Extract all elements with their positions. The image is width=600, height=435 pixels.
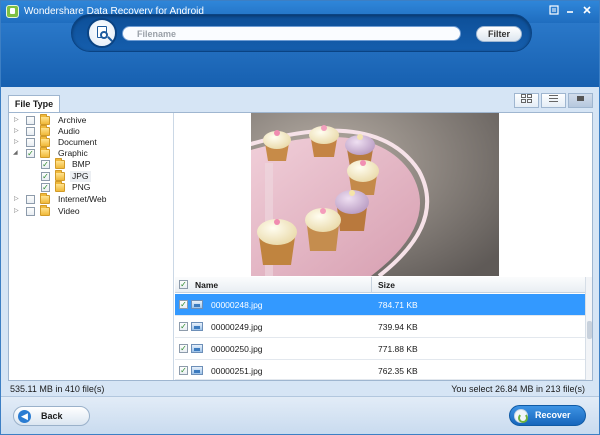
row-checkbox[interactable]: ✓ bbox=[179, 366, 188, 375]
file-name: 00000251.jpg bbox=[211, 366, 263, 376]
expand-arrow-icon[interactable]: ▷ bbox=[14, 194, 20, 205]
filter-button[interactable]: Filter bbox=[476, 26, 522, 42]
detail-view-icon[interactable] bbox=[568, 93, 593, 108]
app-window: Wondershare Data Recovery for Android Fi… bbox=[0, 0, 600, 435]
tree-item-label: Internet/Web bbox=[58, 194, 107, 204]
image-file-icon bbox=[191, 322, 203, 331]
expand-arrow-icon[interactable]: ▷ bbox=[14, 115, 20, 126]
tree-item-bmp[interactable]: ✓ BMP bbox=[9, 158, 169, 171]
row-checkbox[interactable]: ✓ bbox=[179, 344, 188, 353]
tab-strip: File Type bbox=[8, 93, 593, 113]
select-all-checkbox[interactable]: ✓ bbox=[179, 280, 188, 289]
row-checkbox[interactable]: ✓ bbox=[179, 300, 188, 309]
file-size: 771.88 KB bbox=[378, 344, 418, 354]
tree-item-label: Archive bbox=[58, 115, 87, 125]
back-arrow-icon: ◀ bbox=[18, 410, 31, 423]
table-row[interactable]: ✓ 00000248.jpg 784.71 KB bbox=[175, 294, 585, 316]
folder-icon bbox=[40, 114, 50, 125]
image-file-icon bbox=[191, 300, 203, 309]
checkbox[interactable] bbox=[26, 207, 35, 216]
tree-item-label: Video bbox=[58, 206, 80, 216]
tree-item-label: Document bbox=[58, 137, 97, 147]
tree-item-png[interactable]: ✓ PNG bbox=[9, 181, 169, 194]
checkbox[interactable]: ✓ bbox=[41, 172, 50, 181]
table-header: ✓ Name Size bbox=[175, 277, 585, 293]
checkbox[interactable] bbox=[26, 116, 35, 125]
recover-icon bbox=[514, 409, 528, 423]
table-row[interactable]: ✓ 00000250.jpg 771.88 KB bbox=[175, 338, 585, 360]
tree-item-video[interactable]: ▷ Video bbox=[9, 205, 169, 218]
recover-button-label: Recover bbox=[535, 410, 571, 420]
checkbox[interactable] bbox=[26, 195, 35, 204]
tab-file-type[interactable]: File Type bbox=[8, 95, 60, 113]
folder-icon bbox=[40, 136, 50, 147]
settings-icon[interactable] bbox=[547, 5, 561, 17]
column-header-name[interactable]: Name bbox=[195, 280, 218, 290]
file-search-icon bbox=[87, 18, 117, 48]
image-file-icon bbox=[191, 344, 203, 353]
checkbox[interactable]: ✓ bbox=[26, 149, 35, 158]
minimize-icon[interactable] bbox=[563, 5, 577, 17]
checkbox[interactable]: ✓ bbox=[41, 183, 50, 192]
image-file-icon bbox=[191, 366, 203, 375]
thumbnail-view-icon[interactable] bbox=[514, 93, 539, 108]
file-size: 739.94 KB bbox=[378, 322, 418, 332]
list-view-icon[interactable] bbox=[541, 93, 566, 108]
file-name: 00000249.jpg bbox=[211, 322, 263, 332]
folder-icon bbox=[55, 158, 65, 169]
close-icon[interactable] bbox=[580, 5, 594, 17]
tree-item-label: JPG bbox=[70, 171, 91, 182]
folder-icon bbox=[40, 193, 50, 204]
checkbox[interactable] bbox=[26, 138, 35, 147]
tree-item-label: PNG bbox=[72, 182, 91, 192]
selected-size-status: You select 26.84 MB in 213 file(s) bbox=[451, 384, 585, 394]
expand-arrow-icon[interactable]: ▷ bbox=[14, 206, 20, 217]
checkbox[interactable] bbox=[26, 127, 35, 136]
image-preview bbox=[251, 113, 499, 276]
tree-item-label: Graphic bbox=[58, 148, 88, 158]
expand-arrow-icon[interactable]: ▷ bbox=[14, 126, 20, 137]
folder-icon bbox=[55, 181, 65, 192]
collapse-arrow-icon[interactable]: ◢ bbox=[13, 148, 19, 159]
recover-button[interactable]: Recover bbox=[509, 405, 586, 426]
expand-arrow-icon[interactable]: ▷ bbox=[14, 137, 20, 148]
table-row[interactable]: ✓ 00000251.jpg 762.35 KB bbox=[175, 360, 585, 380]
file-table: ✓ Name Size ✓ 00000248.jpg 784.71 KB ✓ 0… bbox=[175, 277, 592, 380]
file-name: 00000248.jpg bbox=[211, 300, 263, 310]
table-row[interactable]: ✓ 00000249.jpg 739.94 KB bbox=[175, 316, 585, 338]
row-checkbox[interactable]: ✓ bbox=[179, 322, 188, 331]
file-type-tree: ▷ Archive ▷ Audio ▷ Document ◢ ✓ Graphic… bbox=[9, 113, 174, 380]
main-panel: ▷ Archive ▷ Audio ▷ Document ◢ ✓ Graphic… bbox=[8, 112, 593, 381]
file-size: 784.71 KB bbox=[378, 300, 418, 310]
total-size-status: 535.11 MB in 410 file(s) bbox=[10, 384, 105, 394]
column-header-size[interactable]: Size bbox=[378, 280, 395, 290]
scrollbar-thumb[interactable] bbox=[587, 321, 592, 339]
back-button-label: Back bbox=[41, 411, 63, 421]
folder-icon bbox=[55, 170, 65, 181]
bottom-bar: ◀ Back Recover bbox=[1, 396, 599, 434]
folder-icon bbox=[40, 205, 50, 216]
tree-item-label: Audio bbox=[58, 126, 80, 136]
back-button[interactable]: ◀ Back bbox=[13, 406, 90, 426]
file-name: 00000250.jpg bbox=[211, 344, 263, 354]
tree-item-internet-web[interactable]: ▷ Internet/Web bbox=[9, 193, 169, 206]
folder-icon bbox=[40, 147, 50, 158]
checkbox[interactable]: ✓ bbox=[41, 160, 50, 169]
file-size: 762.35 KB bbox=[378, 366, 418, 376]
view-mode-group bbox=[514, 93, 593, 109]
folder-icon bbox=[40, 125, 50, 136]
app-logo-icon bbox=[6, 5, 19, 18]
table-scrollbar[interactable] bbox=[585, 277, 592, 380]
tree-item-label: BMP bbox=[72, 159, 91, 169]
filename-search-input[interactable] bbox=[122, 26, 461, 41]
